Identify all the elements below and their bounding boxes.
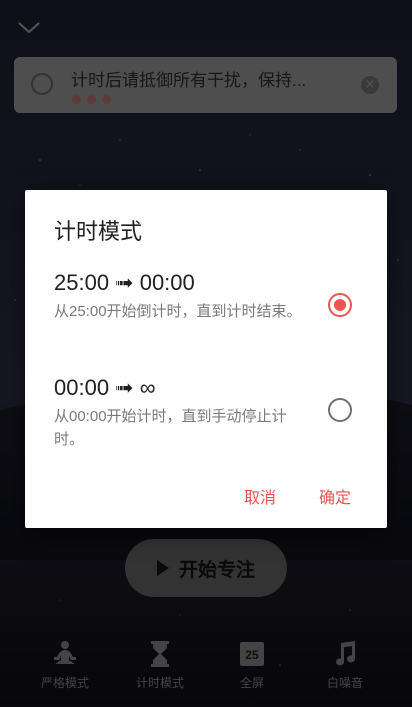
option-countdown[interactable]: 25:00 ➟ 00:00 从25:00开始倒计时，直到计时结束。 — [54, 270, 364, 323]
option-count-up-heading: 00:00 ➟ ∞ — [54, 375, 156, 400]
option-count-up-description: 从00:00开始计时，直到手动停止计时。 — [54, 408, 287, 448]
countdown-radio[interactable] — [328, 293, 352, 317]
cancel-button[interactable]: 取消 — [244, 484, 276, 508]
confirm-button[interactable]: 确定 — [319, 484, 351, 508]
option-countdown-heading: 25:00 ➟ 00:00 — [54, 270, 195, 295]
count-up-radio[interactable] — [328, 398, 352, 422]
option-count-up[interactable]: 00:00 ➟ ∞ 从00:00开始计时，直到手动停止计时。 — [54, 375, 364, 451]
timer-mode-dialog: 计时模式 25:00 ➟ 00:00 从25:00开始倒计时，直到计时结束。 0… — [25, 190, 387, 528]
option-countdown-description: 从25:00开始倒计时，直到计时结束。 — [54, 303, 302, 320]
dialog-title: 计时模式 — [54, 219, 143, 244]
